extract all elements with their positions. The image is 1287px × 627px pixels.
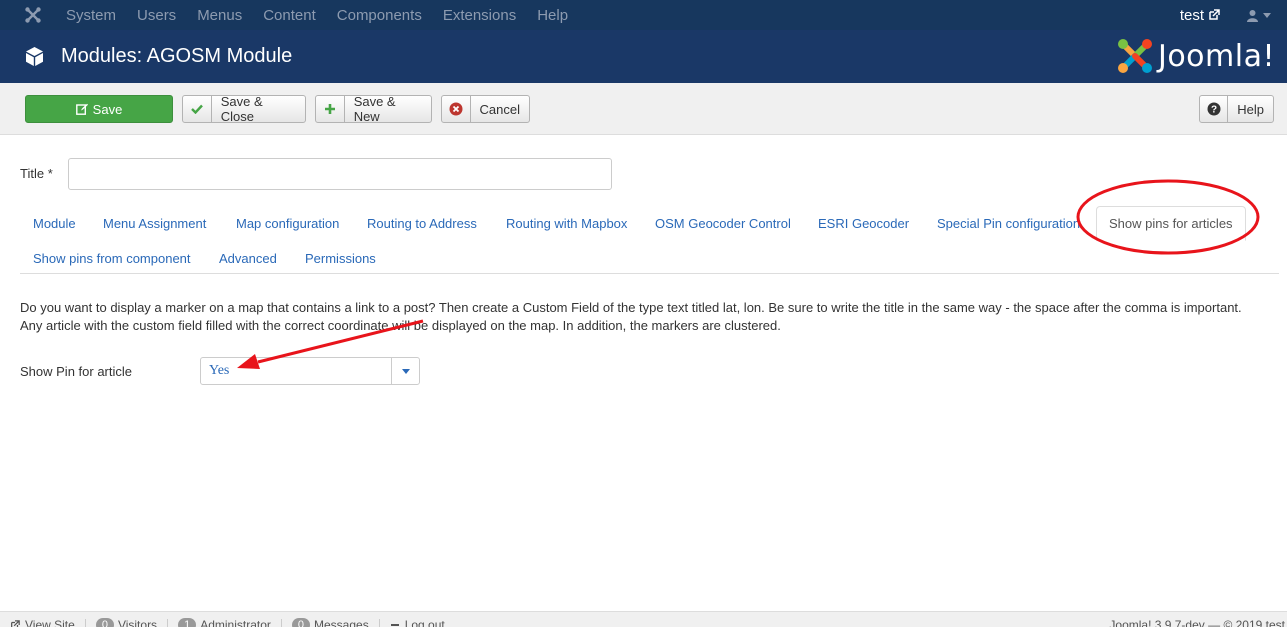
site-link-label: test: [1179, 6, 1204, 24]
administrator-item[interactable]: 1 Administrator: [178, 618, 271, 627]
visitors-label: Visitors: [117, 618, 158, 627]
title-input[interactable]: [68, 158, 612, 190]
save-new-button[interactable]: Save & New: [315, 94, 432, 124]
administrator-label: Administrator: [200, 618, 271, 627]
menu-users[interactable]: Users: [137, 7, 176, 24]
menu-components[interactable]: Components: [337, 7, 422, 24]
help-button[interactable]: ? Help: [1199, 95, 1274, 123]
joomla-menu-icon[interactable]: [0, 6, 66, 24]
chevron-down-icon[interactable]: [391, 358, 419, 384]
tab-permissions[interactable]: Permissions: [305, 251, 376, 266]
version-text: Joomla! 3.9.7-dev — © 2019 test: [1109, 618, 1285, 627]
tab-esri-geocoder[interactable]: ESRI Geocoder: [818, 216, 909, 231]
question-circle-icon: ?: [1200, 96, 1229, 122]
caret-down-icon: [1263, 12, 1271, 18]
tab-osm-geocoder-control[interactable]: OSM Geocoder Control: [655, 216, 791, 231]
description-line-2: Any article with the custom field filled…: [20, 318, 781, 333]
administrator-badge: 1: [178, 618, 197, 627]
tab-show-pins-for-articles[interactable]: Show pins for articles: [1096, 206, 1246, 241]
external-link-icon: [1209, 9, 1220, 20]
messages-badge: 0: [291, 618, 310, 627]
show-pin-label: Show Pin for article: [20, 364, 132, 379]
logout-link[interactable]: Log out: [390, 618, 445, 627]
tab-routing-with-mapbox[interactable]: Routing with Mapbox: [506, 216, 627, 231]
cancel-circle-icon: [442, 96, 471, 122]
tab-advanced[interactable]: Advanced: [219, 251, 277, 266]
status-separator: [84, 619, 86, 627]
save-close-label: Save & Close: [220, 94, 263, 124]
top-menu: System Users Menus Content Components Ex…: [66, 0, 589, 30]
status-separator: [167, 619, 169, 627]
edit-icon: [75, 96, 88, 122]
description-line-1: Do you want to display a marker on a map…: [20, 300, 1242, 315]
cube-icon: [24, 46, 45, 67]
cancel-label: Cancel: [479, 101, 520, 117]
menu-extensions[interactable]: Extensions: [443, 7, 516, 24]
page-header: Modules: AGOSM Module Joomla!: [0, 30, 1287, 83]
save-button[interactable]: Save: [25, 95, 173, 123]
top-navbar: System Users Menus Content Components Ex…: [0, 0, 1287, 30]
page-title: Modules: AGOSM Module: [61, 45, 293, 67]
joomla-wordmark: Joomla!: [1157, 38, 1275, 74]
svg-text:?: ?: [1211, 105, 1217, 116]
status-bar: View Site 0 Visitors 1 Administrator 0 M…: [0, 611, 1287, 627]
messages-item[interactable]: 0 Messages: [291, 618, 369, 627]
menu-help[interactable]: Help: [537, 7, 568, 24]
tab-description: Do you want to display a marker on a map…: [20, 299, 1275, 335]
site-link[interactable]: test: [1180, 7, 1220, 24]
show-pin-select[interactable]: Yes: [200, 357, 420, 385]
save-close-button[interactable]: Save & Close: [182, 94, 306, 124]
external-link-icon: [11, 620, 20, 627]
menu-menus[interactable]: Menus: [197, 7, 242, 24]
user-menu[interactable]: [1246, 9, 1271, 22]
tab-show-pins-from-component[interactable]: Show pins from component: [33, 251, 191, 266]
tab-routing-to-address[interactable]: Routing to Address: [367, 216, 477, 231]
title-label: Title *: [20, 166, 53, 181]
check-icon: [183, 96, 212, 122]
menu-content[interactable]: Content: [263, 7, 316, 24]
help-label: Help: [1237, 101, 1264, 117]
logout-label: Log out: [404, 618, 445, 627]
joomla-logo: Joomla!: [1116, 37, 1275, 75]
joomla-logo-icon: [1117, 39, 1152, 73]
minus-icon: [390, 624, 399, 626]
status-items: View Site 0 Visitors 1 Administrator 0 M…: [10, 618, 455, 627]
top-right: test: [1180, 0, 1287, 30]
toolbar: Save Save & Close Save & New Cancel ? He…: [0, 83, 1287, 135]
view-site-link[interactable]: View Site: [10, 618, 75, 627]
module-tabs: Module Menu Assignment Map configuration…: [20, 206, 1279, 274]
save-new-label: Save & New: [353, 94, 396, 124]
status-separator: [378, 619, 380, 627]
tab-menu-assignment[interactable]: Menu Assignment: [103, 216, 206, 231]
tab-map-configuration[interactable]: Map configuration: [236, 216, 339, 231]
tab-module[interactable]: Module: [33, 216, 76, 231]
visitors-badge: 0: [95, 618, 114, 627]
show-pin-value: Yes: [209, 363, 230, 378]
messages-label: Messages: [314, 618, 369, 627]
visitors-item[interactable]: 0 Visitors: [95, 618, 158, 627]
save-button-label: Save: [92, 101, 123, 117]
plus-icon: [316, 96, 345, 122]
cancel-button[interactable]: Cancel: [441, 95, 530, 123]
menu-system[interactable]: System: [66, 7, 116, 24]
user-icon: [1247, 9, 1258, 22]
tab-special-pin-configuration[interactable]: Special Pin configuration: [937, 216, 1080, 231]
status-separator: [280, 619, 282, 627]
view-site-label: View Site: [25, 618, 75, 627]
